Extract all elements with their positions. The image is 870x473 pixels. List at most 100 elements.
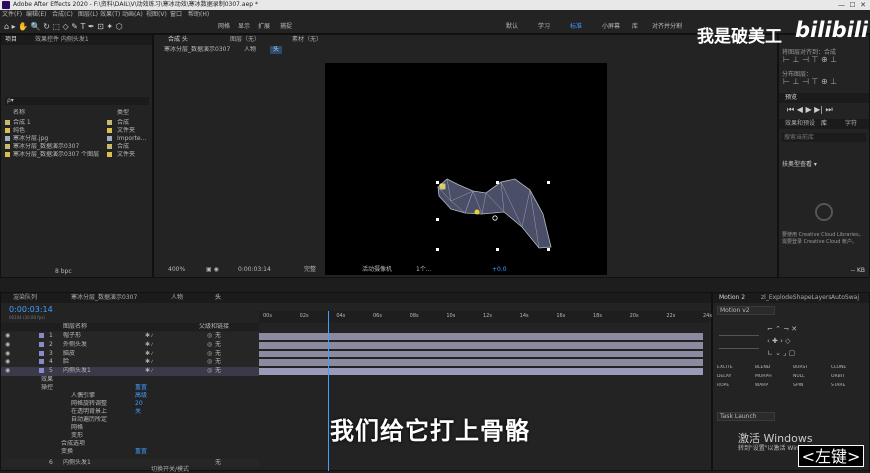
property-name[interactable]: 合成选项 [61, 440, 85, 448]
tab-footage[interactable]: 素材（无） [292, 35, 322, 45]
motion-null-button[interactable]: NULL [793, 374, 805, 379]
layer-name[interactable]: 外侧头发 [63, 341, 87, 349]
project-search-input[interactable]: ρ▾ [5, 97, 14, 104]
align-buttons[interactable]: ⊢ ⊥ ⊣ ⊤ ⊕ ⊥ [783, 55, 837, 64]
tab-character[interactable]: 字符 [845, 119, 857, 129]
motion-spin-button[interactable]: SPIN [793, 383, 803, 388]
project-item[interactable]: 纯色 文件夹 [3, 127, 151, 135]
layer-parent[interactable]: 无 [215, 459, 221, 467]
menu-layer[interactable]: 图层(L) [78, 10, 98, 20]
property-row[interactable]: 人偶引擎 高级 [1, 392, 259, 400]
toolbar-snap[interactable]: 捕捉 [280, 20, 292, 34]
property-name[interactable]: 自动遍历所定 [71, 416, 107, 424]
layer-row[interactable]: ◉ 4 脸 ✱ ⁄ ◎ 无 [1, 358, 259, 368]
property-name[interactable]: 变换 [61, 448, 73, 456]
breadcrumb-head[interactable]: 头 [270, 46, 283, 54]
layer-bar[interactable] [259, 333, 703, 340]
property-value[interactable]: 重置 [135, 384, 147, 392]
breadcrumb-main[interactable]: 寒冰分层_数据演示0307 [164, 46, 230, 54]
layer-parent[interactable]: 无 [215, 350, 221, 358]
tab-main-comp[interactable]: 寒冰分层_数据演示0307 [71, 293, 137, 303]
parent-pickwhip-icon[interactable]: ◎ [207, 332, 212, 340]
tab-render-queue[interactable]: 渲染队列 [13, 293, 37, 303]
mesh-shape[interactable] [325, 63, 607, 275]
menu-help[interactable]: 帮助(H) [188, 10, 209, 20]
tab-effects-presets[interactable]: 效果和预设 [785, 119, 815, 129]
property-name[interactable]: 网格 [71, 424, 83, 432]
layer-label-color[interactable] [39, 341, 44, 347]
workspace-small-screen[interactable]: 小屏幕 [602, 20, 620, 34]
motion-version-select[interactable]: Motion v2 [717, 306, 775, 315]
layer-bar[interactable] [259, 350, 703, 358]
tab-explode[interactable]: zl_ExplodeShapeLayers [761, 293, 831, 303]
exposure-value[interactable]: +0.0 [492, 265, 507, 275]
property-row[interactable]: 变换 重置 [1, 448, 259, 456]
parent-pickwhip-icon[interactable]: ◎ [207, 367, 212, 375]
layer-parent[interactable]: 无 [215, 341, 221, 349]
parent-pickwhip-icon[interactable]: ◎ [207, 341, 212, 349]
workspace-align-split[interactable]: 对齐并分割 [652, 20, 682, 34]
layer-switches[interactable]: ✱ ⁄ [145, 332, 153, 340]
layer-name[interactable]: 帽子形 [63, 332, 81, 340]
layer-bar[interactable] [259, 368, 703, 375]
task-launch-select[interactable]: Task Launch [717, 412, 775, 421]
layer-row-bottom[interactable]: 6 内侧头发1 无 [1, 459, 259, 467]
library-select[interactable]: 扶奥型查看 ▾ [782, 159, 817, 168]
motion-rope-button[interactable]: ROPE [717, 383, 729, 388]
menu-effect[interactable]: 效果(T) [100, 10, 120, 20]
layer-label-color[interactable] [39, 333, 44, 338]
property-row[interactable]: 在透明背景上 关 [1, 408, 259, 416]
distribute-buttons[interactable]: ⊢ ⊥ ⊣ ⊤ ⊕ ⊥ [783, 77, 837, 86]
eye-icon[interactable]: ◉ [5, 358, 10, 366]
layer-row[interactable]: ◉ 1 帽子形 ✱ ⁄ ◎ 无 [1, 332, 259, 341]
workspace-library[interactable]: 库 [632, 20, 638, 34]
window-controls[interactable]: — ☐ ✕ [838, 0, 866, 10]
toolbar-extend[interactable]: 扩展 [258, 20, 270, 34]
menu-file[interactable]: 文件(F) [2, 10, 22, 20]
motion-warp-button[interactable]: WARP [755, 383, 768, 388]
workspace-standard[interactable]: 标准 [570, 20, 582, 34]
timeline-timecode[interactable]: 0:00:03:14 [9, 305, 53, 314]
workspace-default[interactable]: 默认 [506, 20, 518, 34]
item-name[interactable]: 纯色 [13, 127, 107, 135]
motion-orbit-button[interactable]: ORBIT [831, 374, 845, 379]
current-time[interactable]: 0:00:03:14 [238, 265, 271, 275]
layer-switches[interactable]: ✱ ⁄ [145, 341, 153, 349]
layer-parent[interactable]: 无 [215, 332, 221, 340]
item-name[interactable]: 合成 1 [13, 119, 107, 127]
tool-icons[interactable]: ⌂ ▸ ✋ 🔍 ↻ ⬚ ◇ ✎ T ✒ ⊡ ✦ ⬡ [4, 20, 123, 34]
motion-delay-button[interactable]: DELAY [717, 374, 731, 379]
layer-bar[interactable] [259, 359, 703, 367]
layer-switches[interactable]: ✱ ⁄ [145, 358, 153, 366]
project-search[interactable]: ρ▾ [5, 97, 149, 105]
menu-window[interactable]: 窗口 [170, 10, 182, 20]
layer-parent[interactable]: 无 [215, 358, 221, 366]
eye-icon[interactable]: ◉ [5, 367, 10, 375]
layer-label-color[interactable] [39, 359, 44, 365]
property-value[interactable]: 关 [135, 408, 141, 416]
tab-preview[interactable]: 预览 [779, 94, 797, 101]
menu-composition[interactable]: 合成(C) [52, 10, 73, 20]
menu-animation[interactable]: 动画(A) [122, 10, 143, 20]
layer-switches[interactable]: ✱ ⁄ [145, 367, 153, 375]
tab-project[interactable]: 项目 [5, 35, 17, 45]
snapshot-icon[interactable]: ▣ ◉ [206, 265, 219, 275]
property-value[interactable]: 重置 [135, 448, 147, 456]
time-ruler[interactable]: 00s 02s 04s 06s 08s 10s 12s 14s 16s 18s 20s 22s 24s [259, 311, 712, 323]
zoom-select[interactable]: 400% [168, 265, 185, 275]
tab-motion2[interactable]: Motion 2 [719, 293, 745, 303]
bpc-label[interactable]: 8 bpc [55, 268, 72, 275]
property-name[interactable]: 在透明背景上 [71, 408, 107, 416]
property-row[interactable]: 网格 [1, 424, 259, 432]
layer-row[interactable]: ◉ 5 内侧头发1 ✱ ⁄ ◎ 无 [1, 367, 259, 376]
tab-person[interactable]: 人物 [171, 293, 183, 303]
layer-label-color[interactable] [39, 368, 44, 374]
tab-libraries[interactable]: 库 [821, 119, 827, 129]
switch-modes[interactable]: 切换开关/模式 [151, 464, 189, 473]
property-value[interactable]: 高级 [135, 392, 147, 400]
eye-icon[interactable]: ◉ [5, 350, 10, 358]
project-item[interactable]: 寒冰分层_数据演示0307 个图层 文件夹 [3, 151, 151, 159]
item-name[interactable]: 寒冰分层_数据演示0307 个图层 [13, 151, 107, 159]
eye-icon[interactable]: ◉ [5, 341, 10, 349]
property-row[interactable]: 变形 [1, 432, 259, 440]
